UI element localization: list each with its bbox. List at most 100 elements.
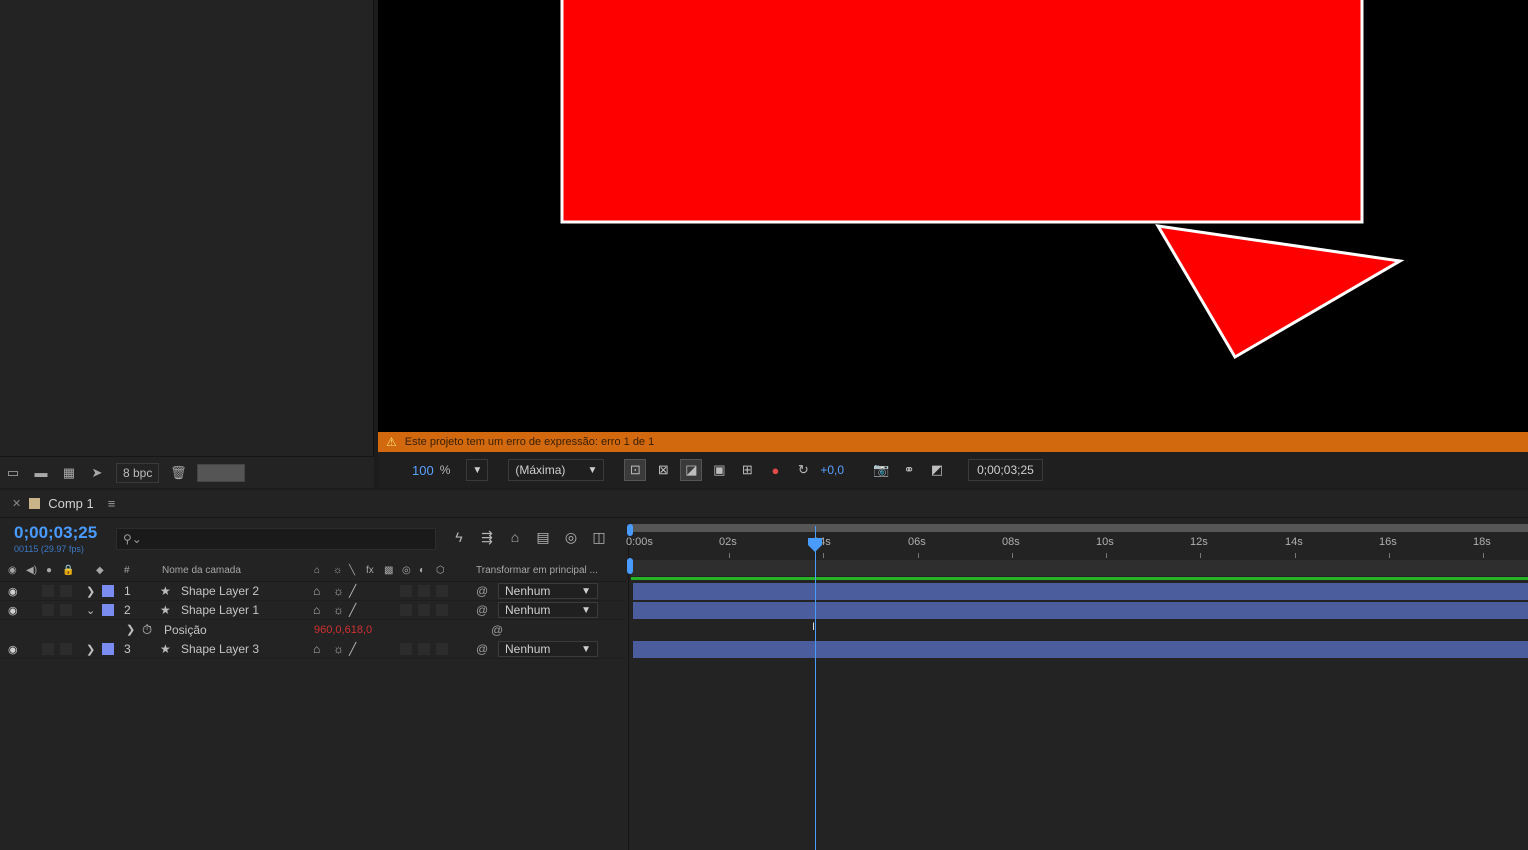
- comp-start-marker[interactable]: [627, 558, 633, 574]
- 3d-layer-switch-icon[interactable]: ⬡: [436, 565, 445, 576]
- layer-row-3[interactable]: ◉ ❯ 3 ★ Shape Layer 3 ⌂ ☼ ╱ @ Nenhum ▼: [0, 640, 626, 659]
- parent-dropdown[interactable]: Nenhum ▼: [498, 641, 598, 657]
- color-channels-icon[interactable]: ●: [764, 459, 786, 481]
- panel-menu-icon[interactable]: ≡: [108, 496, 116, 511]
- lock-toggle[interactable]: [60, 643, 72, 655]
- region-of-interest-icon[interactable]: ▣: [708, 459, 730, 481]
- lock-icon[interactable]: 🔒: [62, 565, 74, 576]
- expression-pick-whip-icon[interactable]: @: [491, 623, 503, 637]
- bpc-button[interactable]: 8 bpc: [116, 462, 160, 483]
- resolution-dropdown[interactable]: (Máxima) ▼: [508, 459, 605, 481]
- layer-name[interactable]: Shape Layer 3: [181, 642, 259, 656]
- close-icon[interactable]: ✕: [12, 497, 21, 510]
- label-color-swatch[interactable]: [102, 643, 114, 655]
- frame-blend-toggle[interactable]: [400, 585, 412, 597]
- show-snapshot-icon[interactable]: ⚭: [898, 459, 920, 481]
- time-ruler[interactable]: 0:00s 02s 04s 06s 08s 10s 12s 14s 16s 18…: [626, 534, 1528, 558]
- solo-icon[interactable]: ●: [46, 565, 52, 576]
- layer-row-2[interactable]: ◉ ⌄ 2 ★ Shape Layer 1 ⌂ ☼ ╱ @ Nenhum ▼: [0, 601, 626, 620]
- quality-switch-icon[interactable]: ╱: [349, 603, 356, 617]
- zoom-value[interactable]: 100: [412, 463, 434, 478]
- eye-icon[interactable]: ◉: [8, 565, 17, 576]
- pick-whip-icon[interactable]: @: [476, 584, 488, 598]
- graph-editor-icon[interactable]: ◫: [590, 528, 608, 546]
- motion-blur-toggle[interactable]: [418, 585, 430, 597]
- layer-row-1[interactable]: ◉ ❯ 1 ★ Shape Layer 2 ⌂ ☼ ╱ @ Nenhum ▼: [0, 582, 626, 601]
- motion-blur-icon[interactable]: ◎: [562, 528, 580, 546]
- 3d-toggle[interactable]: [436, 604, 448, 616]
- label-color-swatch[interactable]: [102, 604, 114, 616]
- pixel-aspect-icon[interactable]: ◩: [926, 459, 948, 481]
- pick-whip-icon[interactable]: @: [476, 603, 488, 617]
- property-value[interactable]: 960,0,618,0: [314, 624, 372, 636]
- 3d-toggle[interactable]: [436, 585, 448, 597]
- pick-whip-icon[interactable]: @: [476, 642, 488, 656]
- chevron-right-icon[interactable]: ❯: [86, 643, 95, 656]
- reset-exposure-icon[interactable]: ↻: [792, 459, 814, 481]
- fast-previews-icon[interactable]: ⊡: [624, 459, 647, 481]
- render-queue-icon[interactable]: ➤: [88, 465, 106, 480]
- col-number[interactable]: #: [124, 565, 130, 576]
- new-composition-icon[interactable]: ▦: [60, 465, 78, 480]
- tab-comp-1[interactable]: Comp 1: [48, 496, 94, 511]
- collapse-switch-icon[interactable]: ☼: [333, 584, 344, 598]
- shy-switch-icon[interactable]: ⌂: [313, 642, 320, 656]
- exposure-value[interactable]: +0,0: [820, 463, 844, 477]
- collapse-switch-icon[interactable]: ☼: [333, 565, 342, 576]
- interpret-footage-icon[interactable]: ▭: [4, 465, 22, 480]
- 3d-toggle[interactable]: [436, 643, 448, 655]
- frame-blend-toggle[interactable]: [400, 643, 412, 655]
- shy-switch-icon[interactable]: ⌂: [313, 603, 320, 617]
- comp-flowchart-icon[interactable]: ⇶: [478, 528, 496, 546]
- parent-dropdown[interactable]: Nenhum ▼: [498, 602, 598, 618]
- composition-viewer[interactable]: [378, 0, 1528, 432]
- layer-name[interactable]: Shape Layer 1: [181, 603, 259, 617]
- trash-icon[interactable]: 🗑: [169, 465, 187, 480]
- eye-icon[interactable]: ◉: [8, 643, 18, 656]
- frame-blending-icon[interactable]: ▤: [534, 528, 552, 546]
- parent-dropdown[interactable]: Nenhum ▼: [498, 583, 598, 599]
- viewer-timecode[interactable]: 0;00;03;25: [968, 459, 1043, 481]
- current-time-display[interactable]: 0;00;03;25: [14, 523, 97, 543]
- layer-bar-2[interactable]: [633, 602, 1528, 619]
- transparency-grid-icon[interactable]: ⊠: [652, 459, 674, 481]
- project-color-swatch[interactable]: [197, 463, 246, 482]
- frame-blend-switch-icon[interactable]: ▩: [384, 565, 393, 576]
- effects-switch-icon[interactable]: fx: [366, 565, 374, 576]
- frame-blend-toggle[interactable]: [400, 604, 412, 616]
- playhead-line[interactable]: [815, 526, 816, 850]
- adjustment-switch-icon[interactable]: ◐: [419, 565, 425, 576]
- col-layer-name[interactable]: Nome da camada: [162, 565, 241, 576]
- collapse-switch-icon[interactable]: ☼: [333, 603, 344, 617]
- chevron-down-icon[interactable]: ⌄: [86, 604, 95, 617]
- chevron-right-icon[interactable]: ❯: [86, 585, 95, 598]
- solo-toggle[interactable]: [42, 604, 54, 616]
- work-area-bar[interactable]: [631, 524, 1528, 532]
- snapshot-camera-icon[interactable]: 📷: [870, 459, 892, 481]
- zoom-dropdown[interactable]: ▼: [466, 459, 489, 481]
- motion-blur-toggle[interactable]: [418, 643, 430, 655]
- motion-blur-toggle[interactable]: [418, 604, 430, 616]
- audio-icon[interactable]: ◀): [26, 565, 37, 576]
- mask-visibility-icon[interactable]: ◪: [680, 459, 703, 481]
- label-color-swatch[interactable]: [102, 585, 114, 597]
- stopwatch-icon[interactable]: ⏱: [142, 622, 152, 638]
- eye-icon[interactable]: ◉: [8, 604, 18, 617]
- expression-error-bar[interactable]: ⚠ Este projeto tem um erro de expressão:…: [378, 432, 1528, 452]
- lock-toggle[interactable]: [60, 604, 72, 616]
- solo-toggle[interactable]: [42, 643, 54, 655]
- layer-name[interactable]: Shape Layer 2: [181, 584, 259, 598]
- layer-bar-3[interactable]: [633, 641, 1528, 658]
- property-row-position[interactable]: ❯ ⏱ Posição 960,0,618,0 @: [0, 620, 626, 639]
- collapse-switch-icon[interactable]: ☼: [333, 642, 344, 656]
- layer-search-input[interactable]: ⚲⌄: [116, 528, 436, 550]
- new-folder-icon[interactable]: ▬: [32, 465, 50, 480]
- chevron-right-icon[interactable]: ❯: [126, 623, 135, 636]
- label-tag-icon[interactable]: ◆: [96, 565, 104, 576]
- col-parent[interactable]: Transformar em principal ...: [476, 565, 598, 576]
- shy-switch-icon[interactable]: ⌂: [313, 584, 320, 598]
- quality-switch-icon[interactable]: ╱: [349, 584, 356, 598]
- motion-blur-switch-icon[interactable]: ◎: [402, 565, 411, 576]
- time-graph-area[interactable]: 0:00s 02s 04s 06s 08s 10s 12s 14s 16s 18…: [626, 524, 1528, 850]
- lock-toggle[interactable]: [60, 585, 72, 597]
